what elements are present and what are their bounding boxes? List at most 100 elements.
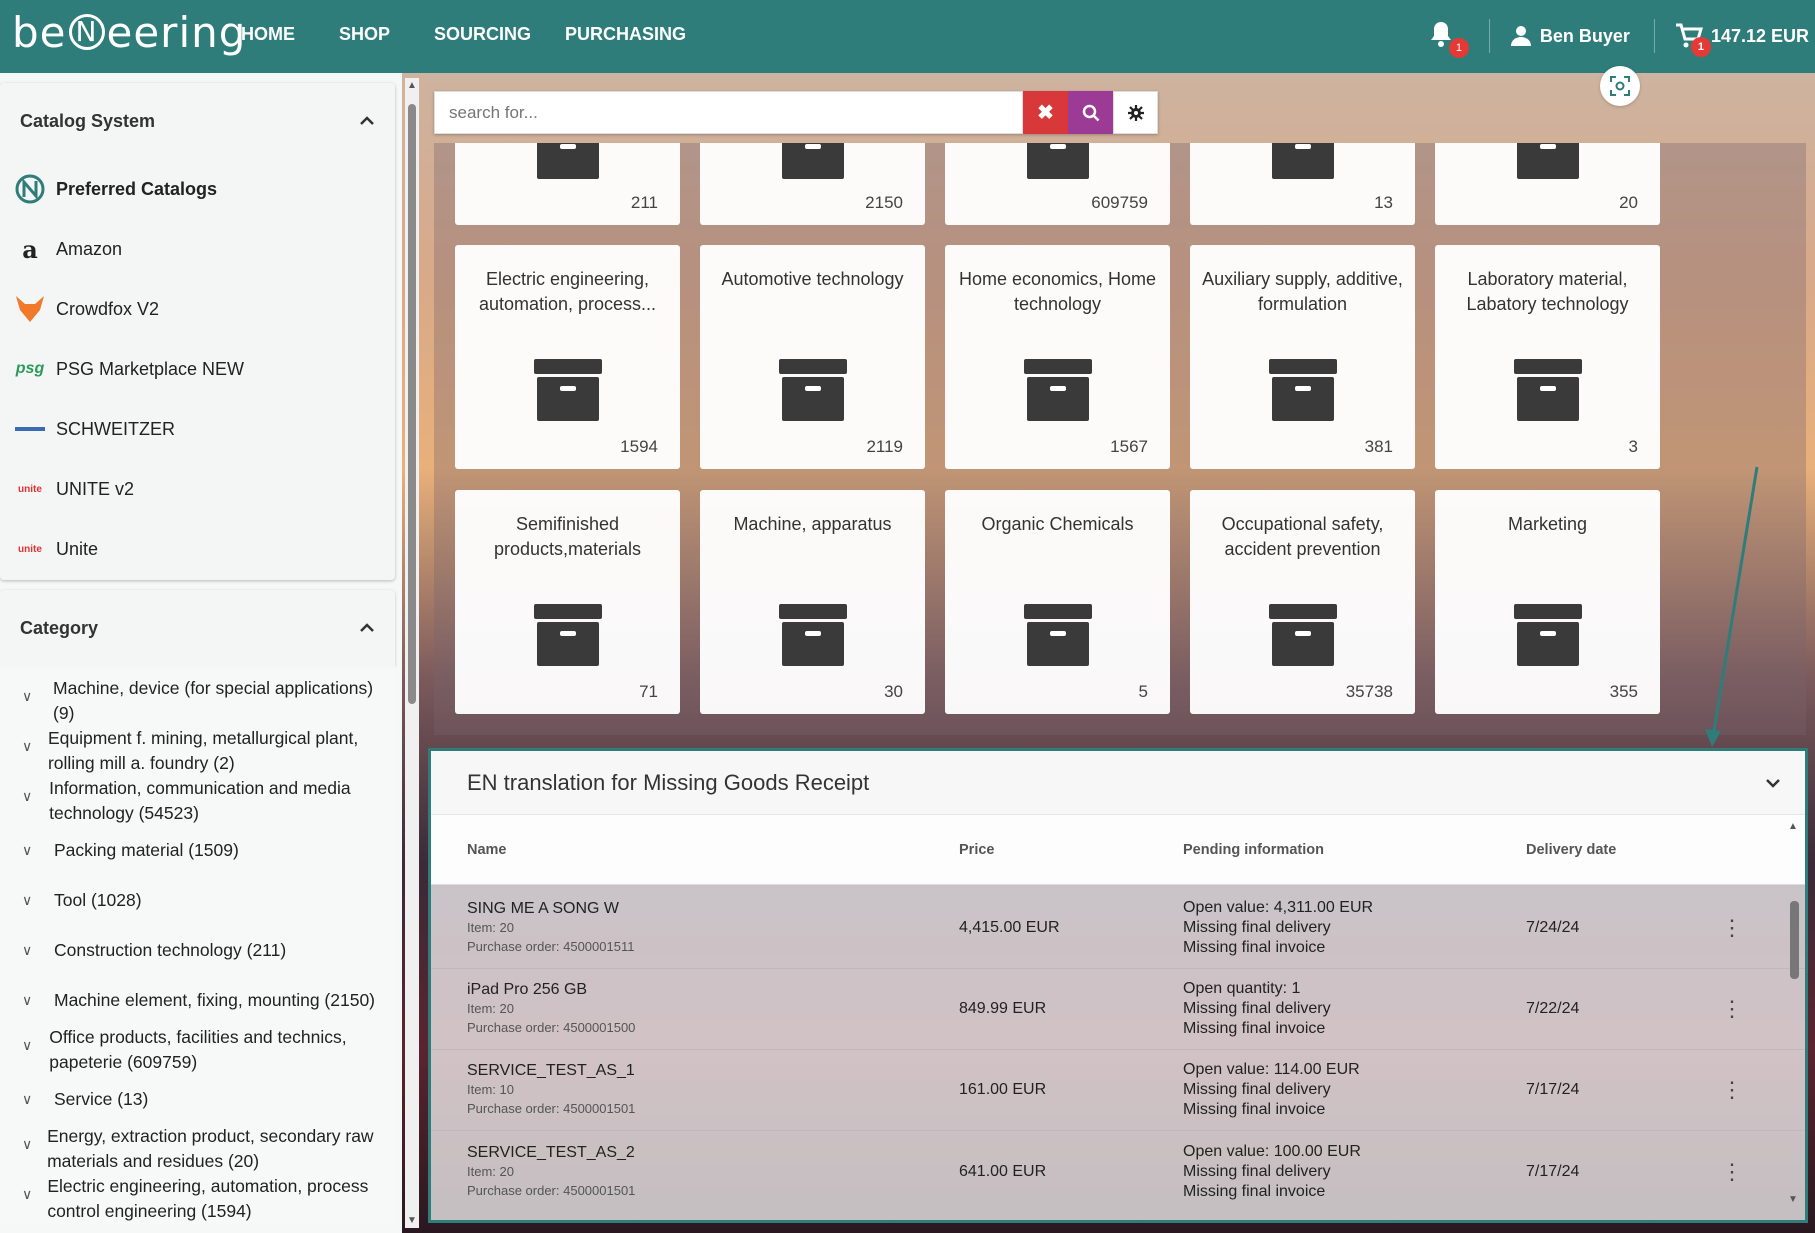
- catalog-item-psg[interactable]: psg PSG Marketplace NEW: [0, 339, 395, 399]
- nav-purchasing[interactable]: PURCHASING: [565, 24, 686, 45]
- more-vertical-icon[interactable]: ⋮: [1712, 1077, 1752, 1103]
- category-item[interactable]: ∨ Equipment f. mining, metallurgical plan…: [0, 726, 395, 776]
- search-icon: [1082, 104, 1099, 121]
- nav-sourcing[interactable]: SOURCING: [434, 24, 531, 45]
- search-settings-button[interactable]: [1113, 91, 1158, 134]
- category-tile[interactable]: 13: [1190, 143, 1415, 225]
- scrollbar-thumb[interactable]: [1790, 901, 1799, 979]
- sidebar-scrollbar[interactable]: ▲ ▼: [405, 78, 419, 1228]
- category-tile[interactable]: Home economics, Home technology 1567: [945, 245, 1170, 469]
- notifications-button[interactable]: 1: [1429, 20, 1469, 58]
- category-tile[interactable]: 211: [455, 143, 680, 225]
- category-item[interactable]: ∨ Information, communication and media te…: [0, 776, 395, 838]
- catalog-system-header[interactable]: Catalog System: [0, 83, 395, 159]
- category-item[interactable]: ∨ Tool (1028): [0, 888, 395, 938]
- chevron-down-icon[interactable]: ∨: [22, 938, 40, 963]
- chevron-up-icon[interactable]: [359, 116, 375, 126]
- chevron-down-icon[interactable]: ∨: [22, 988, 40, 1013]
- annotation-arrow: [1705, 466, 1759, 747]
- category-tile[interactable]: Electric engineering, automation, proces…: [455, 245, 680, 469]
- nav-home[interactable]: HOME: [241, 24, 295, 45]
- more-vertical-icon[interactable]: ⋮: [1712, 1159, 1752, 1185]
- category-item[interactable]: ∨ Packing material (1509): [0, 838, 395, 888]
- purchase-order: Purchase order: 4500001511: [467, 939, 635, 954]
- catalog-system-title: Catalog System: [20, 110, 156, 131]
- catalog-item-unite-v2[interactable]: unite UNITE v2: [0, 459, 395, 519]
- column-header-name[interactable]: Name: [431, 842, 959, 858]
- search-button[interactable]: [1068, 91, 1113, 134]
- scroll-down-arrow-icon[interactable]: ▼: [407, 1215, 417, 1226]
- search-input[interactable]: [434, 91, 1023, 134]
- scroll-up-arrow-icon[interactable]: ▲: [407, 80, 417, 91]
- category-label: Packing material (1509): [54, 840, 239, 860]
- category-tile[interactable]: Occupational safety, accident prevention…: [1190, 490, 1415, 714]
- benneering-logo[interactable]: be Neering: [12, 8, 246, 57]
- archive-box-icon: [1269, 604, 1337, 666]
- column-header-price[interactable]: Price: [959, 842, 1183, 858]
- scroll-up-arrow-icon[interactable]: ▲: [1788, 821, 1798, 832]
- category-item[interactable]: ∨ Office products, facilities and technic…: [0, 1025, 395, 1087]
- category-tile[interactable]: Semifinished products,materials 71: [455, 490, 680, 714]
- category-tile[interactable]: Organic Chemicals 5: [945, 490, 1170, 714]
- category-item[interactable]: ∨ Machine, device (for special applicatio…: [0, 676, 395, 726]
- column-header-pending[interactable]: Pending information: [1183, 840, 1526, 860]
- table-row[interactable]: SERVICE_TEST_AS_2 Item: 20 Purchase orde…: [431, 1131, 1805, 1212]
- chevron-down-icon[interactable]: ∨: [22, 1087, 40, 1112]
- category-item[interactable]: ∨ Construction technology (211): [0, 938, 395, 988]
- chevron-down-icon[interactable]: ∨: [22, 838, 40, 863]
- table-row[interactable]: SING ME A SONG W Item: 20 Purchase order…: [431, 888, 1805, 969]
- category-tiles-area: 211 2150 609759 13 20 Electric engineeri…: [434, 143, 1806, 735]
- category-tile[interactable]: Auxiliary supply, additive, formulation …: [1190, 245, 1415, 469]
- table-row[interactable]: iPad Pro 256 GB Item: 20 Purchase order:…: [431, 969, 1805, 1050]
- column-header-date[interactable]: Delivery date: [1526, 842, 1712, 858]
- clear-search-button[interactable]: ✖: [1023, 91, 1068, 134]
- catalog-item-unite[interactable]: unite Unite: [0, 519, 395, 579]
- chevron-down-icon[interactable]: ∨: [22, 1182, 33, 1207]
- chevron-down-icon[interactable]: [1765, 778, 1781, 788]
- chevron-down-icon[interactable]: ∨: [22, 1033, 35, 1058]
- category-item[interactable]: ∨ Service (13): [0, 1087, 395, 1124]
- category-item[interactable]: ∨ Energy, extraction product, secondary r…: [0, 1124, 395, 1174]
- row-price: 161.00 EUR: [959, 1081, 1047, 1098]
- cart-button[interactable]: 1 147.12 EUR: [1675, 23, 1809, 57]
- missing-goods-receipt-widget: EN translation for Missing Goods Receipt…: [428, 748, 1808, 1223]
- archive-box-icon: [1269, 359, 1337, 421]
- category-item[interactable]: ∨ Electric engineering, automation, proce…: [0, 1174, 395, 1224]
- category-item[interactable]: ∨ Machine element, fixing, mounting (2150…: [0, 988, 395, 1025]
- category-tile[interactable]: Automotive technology 2119: [700, 245, 925, 469]
- catalog-item-preferred[interactable]: Preferred Catalogs: [0, 159, 395, 219]
- chevron-down-icon[interactable]: ∨: [22, 734, 34, 759]
- chevron-down-icon[interactable]: ∨: [22, 1132, 33, 1157]
- category-tile[interactable]: Laboratory material, Labatory technology…: [1435, 245, 1660, 469]
- scrollbar-thumb[interactable]: [408, 104, 416, 704]
- chevron-down-icon[interactable]: ∨: [22, 888, 40, 913]
- scan-button[interactable]: [1600, 66, 1640, 106]
- catalog-item-schweitzer[interactable]: SCHWEITZER: [0, 399, 395, 459]
- tile-title: Home economics, Home technology: [958, 269, 1157, 314]
- user-menu[interactable]: Ben Buyer: [1510, 25, 1630, 47]
- row-price: 849.99 EUR: [959, 1000, 1047, 1017]
- catalog-item-amazon[interactable]: a Amazon: [0, 219, 395, 279]
- nav-shop[interactable]: SHOP: [339, 24, 390, 45]
- archive-box-icon: [779, 359, 847, 421]
- category-tile[interactable]: 20: [1435, 143, 1660, 225]
- widget-scrollbar[interactable]: ▲ ▼: [1787, 821, 1801, 1205]
- more-vertical-icon[interactable]: ⋮: [1712, 915, 1752, 941]
- category-tile[interactable]: 609759: [945, 143, 1170, 225]
- table-row[interactable]: SERVICE_TEST_AS_1 Item: 10 Purchase orde…: [431, 1050, 1805, 1131]
- scroll-down-arrow-icon[interactable]: ▼: [1788, 1194, 1798, 1205]
- row-price: 4,415.00 EUR: [959, 919, 1060, 936]
- chevron-up-icon[interactable]: [359, 623, 375, 633]
- logo-text-left: be: [12, 8, 67, 57]
- category-tile[interactable]: Marketing 355: [1435, 490, 1660, 714]
- chevron-down-icon[interactable]: ∨: [22, 784, 35, 809]
- category-tile[interactable]: 2150: [700, 143, 925, 225]
- category-header[interactable]: Category: [0, 590, 395, 666]
- more-vertical-icon[interactable]: ⋮: [1712, 996, 1752, 1022]
- category-tile[interactable]: Machine, apparatus 30: [700, 490, 925, 714]
- catalog-item-crowdfox[interactable]: Crowdfox V2: [0, 279, 395, 339]
- widget-header[interactable]: EN translation for Missing Goods Receipt: [431, 751, 1805, 815]
- purchase-order: Purchase order: 4500001501: [467, 1101, 636, 1116]
- chevron-down-icon[interactable]: ∨: [22, 684, 39, 709]
- category-label: Service (13): [54, 1089, 149, 1109]
